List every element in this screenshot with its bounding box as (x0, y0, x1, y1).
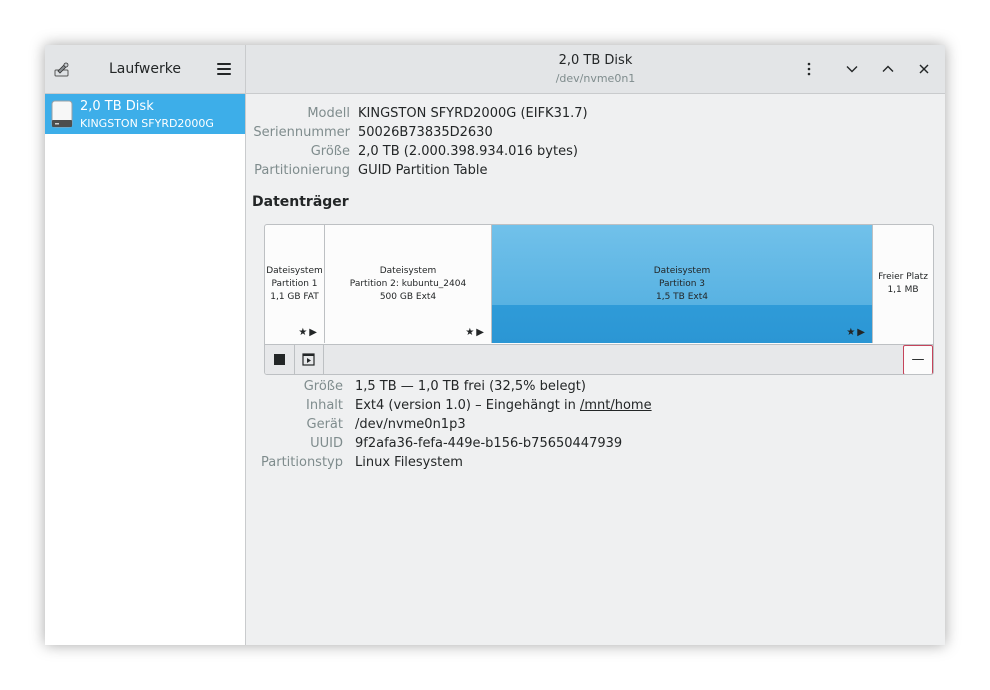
content-label: Inhalt (306, 398, 343, 413)
partition-size-value: 1,5 TB — 1,0 TB frei (32,5% belegt) (355, 379, 586, 394)
uuid-label: UUID (310, 436, 343, 451)
size-label: Größe (310, 144, 350, 159)
drive-icon (51, 100, 73, 128)
segment-size: 1,1 MB (887, 285, 919, 295)
main-content: Modell KINGSTON SFYRD2000G (EIFK31.7) Se… (246, 94, 945, 645)
model-label: Modell (307, 106, 350, 121)
device-value: /dev/nvme0n1p3 (355, 417, 466, 432)
close-icon (919, 64, 929, 74)
close-button[interactable] (913, 58, 935, 80)
serial-label: Seriennummer (253, 125, 350, 140)
partition-type-value: Linux Filesystem (355, 455, 463, 470)
partition-size-label: Größe (303, 379, 343, 394)
stop-button[interactable] (265, 345, 295, 374)
volume-grid: Dateisystem Partition 1 1,1 GB FAT ★▶ Da… (264, 224, 934, 375)
minimize-button[interactable] (841, 58, 863, 80)
segment-size: 1,1 GB FAT (270, 292, 319, 302)
main-header: 2,0 TB Disk /dev/nvme0n1 (246, 45, 945, 94)
segment-size: 1,5 TB Ext4 (656, 292, 708, 302)
segment-size: 500 GB Ext4 (379, 292, 437, 302)
device-label: Gerät (306, 417, 343, 432)
uuid-value: 9f2afa36-fefa-449e-b156-b75650447939 (355, 436, 623, 451)
partition-1-segment[interactable]: Dateisystem Partition 1 1,1 GB FAT ★▶ (265, 225, 325, 343)
partition-3-segment[interactable]: Dateisystem Partition 3 1,5 TB Ext4 ★▶ (492, 225, 873, 343)
content-value: Ext4 (version 1.0) – Eingehängt in /mnt/… (355, 398, 652, 413)
free-space-segment[interactable]: Freier Platz 1,1 MB (873, 225, 933, 343)
size-value: 2,0 TB (2.000.398.934.016 bytes) (358, 144, 578, 159)
partition-settings-icon (302, 353, 315, 366)
chevron-up-icon (882, 65, 894, 72)
segment-actions: ★▶ (846, 327, 867, 338)
kebab-menu-icon (807, 62, 811, 76)
segment-actions: ★▶ (298, 327, 319, 338)
maximize-button[interactable] (877, 58, 899, 80)
menu-icon[interactable] (217, 63, 231, 75)
segment-name: Partition 1 (271, 279, 318, 289)
segment-name: Partition 2: kubuntu_2404 (349, 279, 467, 289)
model-value: KINGSTON SFYRD2000G (EIFK31.7) (358, 106, 588, 121)
serial-value: 50026B73835D2630 (358, 125, 493, 140)
segment-type: Dateisystem (266, 266, 323, 276)
drive-model: KINGSTON SFYRD2000G (80, 117, 214, 130)
delete-partition-button[interactable]: — (903, 345, 933, 374)
stop-icon (274, 354, 285, 365)
volume-toolbar: — (265, 344, 933, 374)
volumes-title: Datenträger (252, 194, 349, 210)
partitioning-label: Partitionierung (254, 163, 350, 178)
disks-app-icon (54, 62, 69, 77)
chevron-down-icon (846, 66, 858, 73)
segment-type: Dateisystem (653, 266, 711, 276)
segment-type: Freier Platz (878, 272, 928, 282)
segment-name: Partition 3 (658, 279, 706, 289)
mount-point-link[interactable]: /mnt/home (580, 398, 652, 413)
segment-actions: ★▶ (465, 327, 486, 338)
drive-item[interactable]: 2,0 TB Disk KINGSTON SFYRD2000G (45, 94, 245, 134)
content-text: Ext4 (version 1.0) – Eingehängt in (355, 398, 580, 413)
partition-options-button[interactable] (294, 345, 324, 374)
segment-type: Dateisystem (379, 266, 437, 276)
partitioning-value: GUID Partition Table (358, 163, 488, 178)
more-options-button[interactable] (798, 58, 820, 80)
disks-window: Laufwerke 2,0 TB Disk KINGSTON SFYRD2000… (45, 45, 945, 645)
sidebar-title: Laufwerke (109, 61, 181, 77)
drive-name: 2,0 TB Disk (80, 99, 154, 114)
partition-2-segment[interactable]: Dateisystem Partition 2: kubuntu_2404 50… (325, 225, 492, 343)
sidebar: Laufwerke 2,0 TB Disk KINGSTON SFYRD2000… (45, 45, 246, 645)
sidebar-header: Laufwerke (45, 45, 245, 94)
partition-type-label: Partitionstyp (261, 455, 343, 470)
